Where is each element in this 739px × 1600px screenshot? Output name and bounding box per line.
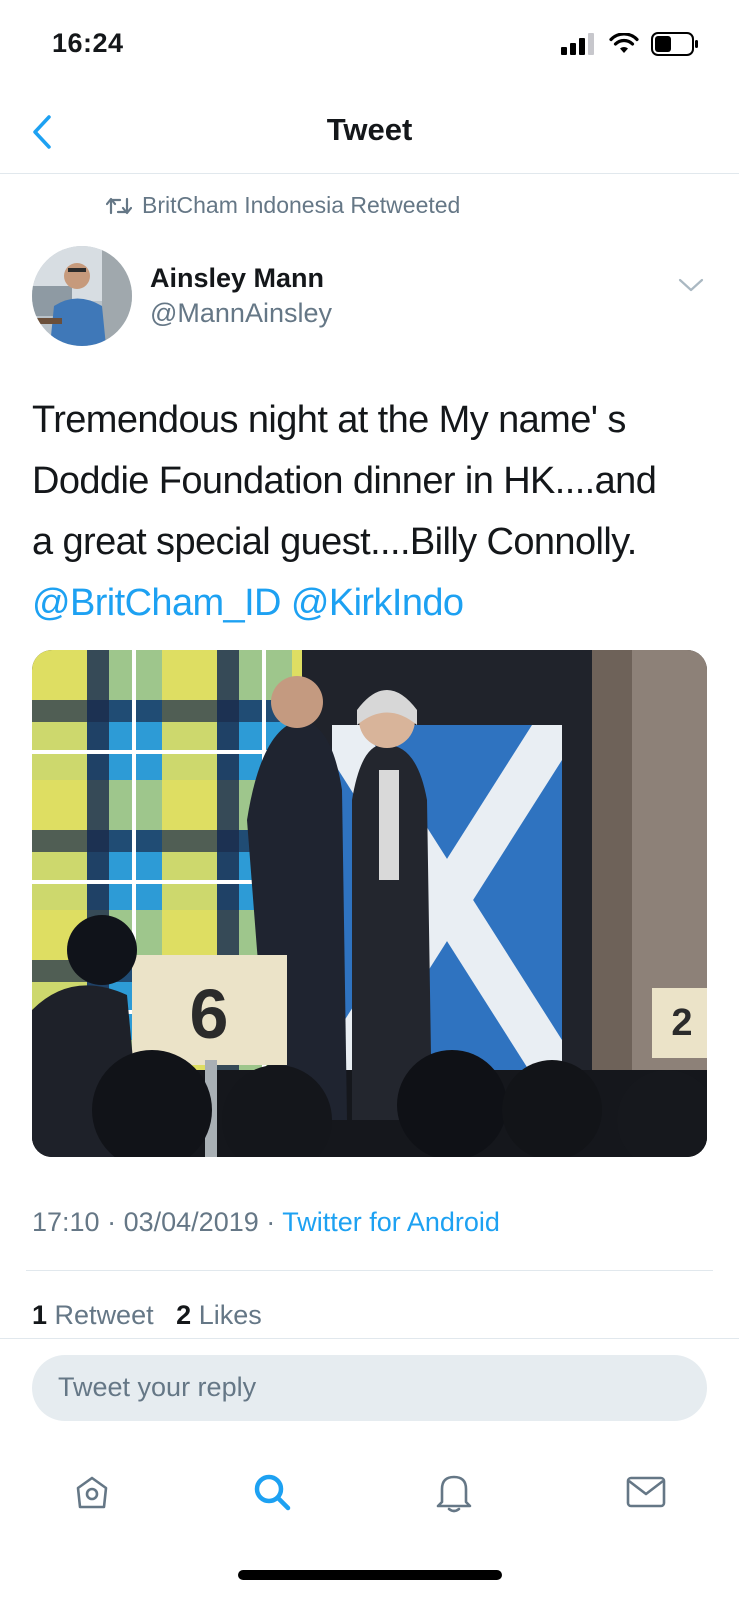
tweet-source-link[interactable]: Twitter for Android [282, 1207, 500, 1237]
retweets-label: Retweet [54, 1300, 154, 1330]
likes-stat[interactable]: 2 Likes [176, 1300, 262, 1330]
home-icon [76, 1476, 108, 1509]
signal-icon [561, 33, 594, 55]
retweet-icon [106, 197, 132, 214]
avatar-photo [32, 246, 132, 346]
status-time: 16:24 [52, 28, 124, 58]
tweet-options-button[interactable] [673, 270, 709, 300]
mail-icon [626, 1476, 666, 1508]
retweet-context-text: BritCham Indonesia Retweeted [142, 192, 461, 218]
retweets-count: 1 [32, 1300, 48, 1330]
tab-notifications[interactable] [424, 1462, 484, 1522]
avatar[interactable] [32, 246, 132, 346]
reply-input[interactable]: Tweet your reply [32, 1355, 707, 1421]
tab-bar [0, 1450, 739, 1530]
retweets-stat[interactable]: 1 Retweet [32, 1300, 161, 1330]
status-icons [561, 32, 699, 56]
author-name[interactable]: Ainsley Mann [150, 263, 324, 294]
table-number-2: 2 [671, 1002, 692, 1044]
tab-messages[interactable] [616, 1462, 676, 1522]
tweet-time: 17:10 [32, 1207, 100, 1237]
bell-icon [436, 1475, 472, 1513]
home-indicator[interactable] [238, 1570, 502, 1580]
chevron-down-icon [678, 278, 704, 292]
retweet-context[interactable]: BritCham Indonesia Retweeted [106, 192, 460, 219]
tweet-date: 03/04/2019 [123, 1207, 259, 1237]
tab-search[interactable] [242, 1462, 302, 1522]
status-bar: 16:24 [0, 0, 739, 92]
meta-separator: · [266, 1207, 276, 1237]
reply-placeholder: Tweet your reply [58, 1372, 257, 1402]
search-icon [254, 1474, 291, 1511]
table-number-6: 6 [190, 975, 229, 1053]
divider [26, 1270, 713, 1271]
tweet-media[interactable]: 6 2 [32, 650, 707, 1157]
likes-count: 2 [176, 1300, 192, 1330]
wifi-icon [609, 33, 639, 53]
tab-home[interactable] [62, 1462, 122, 1522]
meta-separator: · [107, 1207, 117, 1237]
likes-label: Likes [198, 1300, 262, 1330]
author-handle[interactable]: @MannAinsley [150, 298, 332, 329]
nav-bar: Tweet [0, 92, 739, 174]
tweet-text-line: a great special guest....Billy Connolly. [32, 521, 637, 563]
tweet-stats: 1 Retweet 2 Likes [32, 1300, 262, 1331]
tweet-text: Tremendous night at the My name' s Doddi… [32, 390, 722, 634]
page-title: Tweet [326, 112, 413, 147]
mention-link[interactable]: @BritCham_ID [32, 582, 281, 624]
battery-icon [651, 32, 698, 56]
tweet-text-line: Doddie Foundation dinner in HK....and [32, 460, 657, 502]
tweet-meta: 17:10 · 03/04/2019 · Twitter for Android [32, 1207, 500, 1238]
divider [0, 1338, 739, 1339]
tweet-text-line: Tremendous night at the My name' s [32, 399, 626, 441]
mention-link[interactable]: @KirkIndo [291, 582, 464, 624]
tweet-mentions: @BritCham_ID @KirkIndo [32, 573, 722, 634]
tweet-photo: 6 2 [32, 650, 707, 1157]
